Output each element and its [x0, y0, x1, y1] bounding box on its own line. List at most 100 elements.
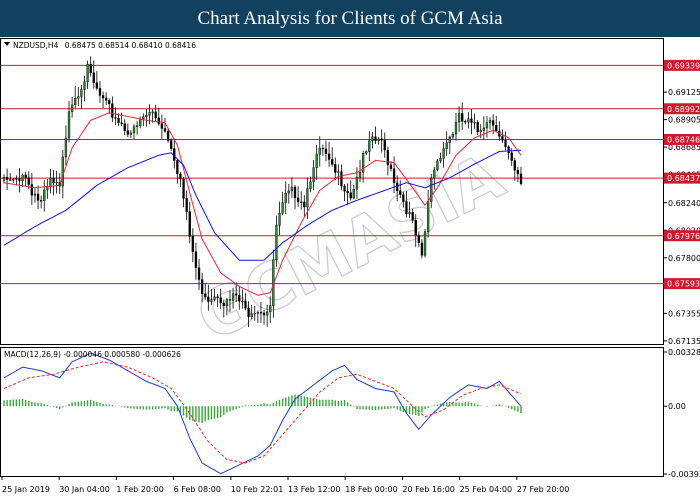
candle-body	[27, 177, 30, 185]
candle-body	[120, 122, 123, 124]
candle-body	[132, 126, 136, 134]
candle-body	[275, 225, 278, 260]
macd-lines	[3, 352, 522, 475]
candle-body	[262, 312, 266, 316]
chart-area: GCMASIA 0.691250.689050.686850.684650.68…	[0, 38, 700, 494]
candle-body	[253, 313, 256, 315]
candle-body	[340, 171, 343, 187]
candle-body	[371, 136, 374, 141]
time-axis: 25 Jan 2019 30 Jan 04:00 1 Feb 20:00 6 Feb …	[1, 476, 569, 494]
candle-body	[485, 122, 489, 129]
chart-title: Chart Analysis for Clients of GCM Asia	[0, 0, 700, 37]
candle-body	[383, 139, 386, 151]
candle-body	[374, 136, 377, 141]
candle-body	[343, 185, 346, 192]
candle-body	[154, 111, 157, 119]
candle-body	[250, 313, 253, 317]
candle-body	[448, 136, 451, 143]
candle-body	[12, 179, 15, 181]
candle-body	[228, 299, 232, 301]
candle-body	[111, 103, 114, 118]
level-label: 0.68437	[667, 174, 700, 183]
candle-body	[157, 117, 160, 124]
candle-body	[501, 136, 504, 141]
symbol-dropdown-icon[interactable]	[4, 42, 10, 46]
candle-body	[504, 139, 507, 148]
candle-body	[108, 100, 111, 104]
level-label: 0.67593	[667, 280, 700, 289]
candle-body	[247, 308, 250, 317]
macd-tick-label: 0.003288	[668, 348, 700, 357]
level-label: 0.68992	[667, 105, 700, 114]
candle-body	[318, 147, 321, 155]
candle-body	[408, 212, 411, 215]
candle-body	[491, 120, 495, 126]
candle-body	[129, 132, 133, 135]
time-tick-label: 20 Feb 16:00	[402, 485, 454, 494]
candle-body	[207, 296, 210, 302]
candle-body	[439, 158, 442, 162]
candle-body	[213, 296, 216, 300]
candle-body	[89, 63, 92, 73]
price-header: NZDUSD,H4 0.68475 0.68514 0.68410 0.6841…	[13, 41, 196, 50]
candle-body	[231, 293, 235, 301]
candle-body	[148, 111, 151, 116]
candle-body	[83, 81, 86, 90]
candle-body	[436, 160, 439, 171]
candle-body	[300, 201, 303, 203]
macd-axis: 0.003288 0.00 -0.00393	[663, 348, 700, 479]
candle-body	[392, 168, 396, 184]
candle-body	[346, 191, 349, 193]
candle-body	[464, 121, 467, 123]
candle-body	[225, 299, 229, 307]
time-tick-label: 6 Feb 08:00	[174, 485, 221, 494]
candle-body	[461, 113, 464, 122]
candle-body	[284, 192, 287, 203]
candle-body	[442, 148, 445, 159]
macd-line	[3, 352, 522, 475]
candle-body	[290, 186, 294, 192]
candle-body	[303, 201, 306, 208]
candle-body	[64, 137, 68, 158]
candle-body	[204, 293, 207, 298]
macd-panel-frame	[0, 347, 664, 477]
candle-body	[358, 172, 362, 178]
price-tick-label: 0.68240	[668, 199, 700, 208]
candle-body	[414, 220, 417, 236]
candle-body	[126, 130, 129, 135]
candle-body	[55, 181, 58, 184]
candle-body	[70, 104, 74, 112]
candle-body	[238, 294, 241, 302]
candle-body	[516, 170, 520, 175]
candle-body	[396, 182, 399, 191]
level-label: 0.69339	[667, 61, 700, 70]
candle-body	[67, 111, 71, 139]
signal-line	[3, 361, 522, 464]
time-tick-label: 18 Feb 00:00	[345, 485, 397, 494]
candle-body	[287, 190, 290, 194]
candle-body	[331, 159, 334, 165]
candle-body	[194, 251, 198, 268]
candle-body	[479, 130, 482, 133]
candle-body	[135, 125, 139, 127]
candle-body	[451, 133, 455, 138]
time-tick-label: 10 Feb 22:01	[231, 485, 283, 494]
candle-body	[176, 160, 179, 175]
candle-body	[337, 171, 340, 173]
candle-body	[145, 115, 148, 117]
candle-body	[80, 89, 83, 97]
level-label: 0.67976	[667, 232, 700, 241]
candle-body	[21, 174, 24, 181]
candle-body	[105, 97, 108, 101]
candle-body	[74, 98, 77, 106]
price-tick-label: 0.69125	[668, 88, 700, 97]
candle-body	[417, 235, 420, 244]
candle-body	[399, 190, 402, 195]
candle-body	[324, 148, 328, 155]
candle-body	[86, 63, 89, 82]
candle-body	[470, 118, 473, 123]
candle-body	[420, 242, 424, 256]
candle-body	[222, 302, 225, 307]
candle-body	[166, 131, 170, 141]
candle-body	[24, 174, 27, 178]
